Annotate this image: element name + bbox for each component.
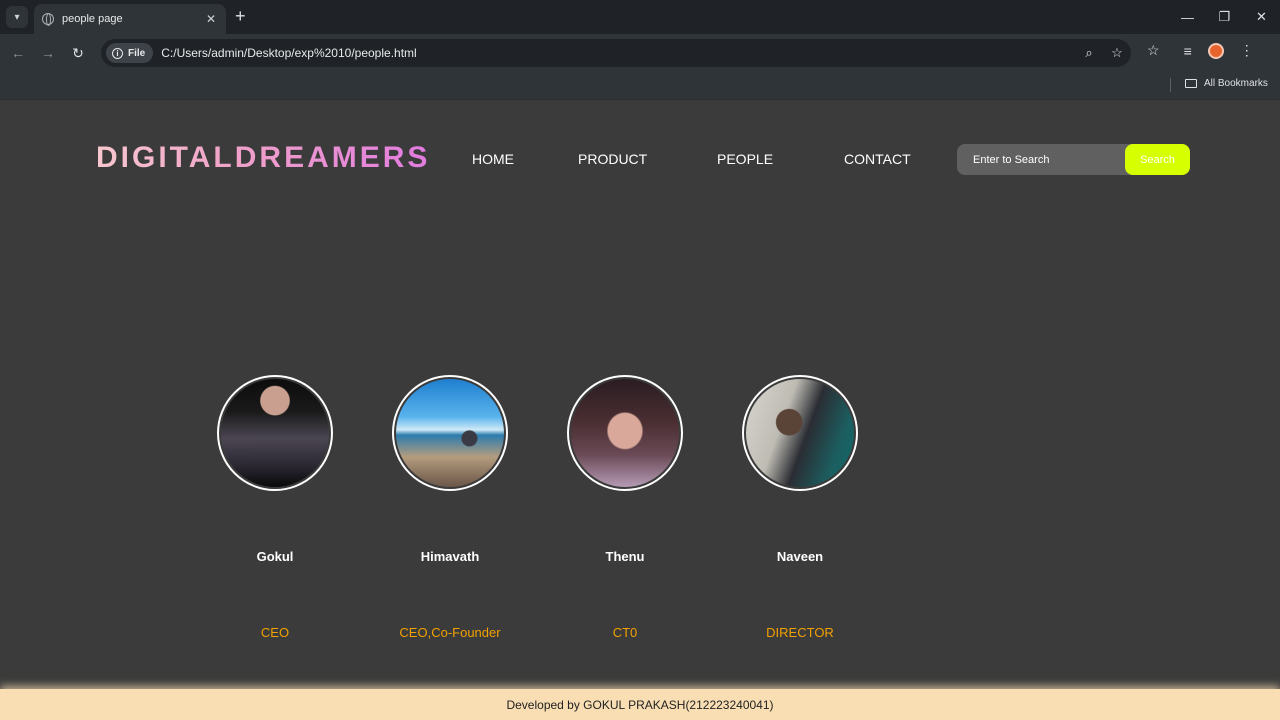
person-name: Gokul bbox=[256, 549, 294, 564]
person-name: Himavath bbox=[420, 549, 480, 564]
profile-avatar[interactable] bbox=[1207, 42, 1224, 59]
tab-title: people page bbox=[62, 13, 123, 25]
new-tab-button[interactable]: + bbox=[235, 7, 246, 25]
person-photo bbox=[217, 375, 333, 491]
web-page: DIGITALDREAMERS HOME PRODUCT PEOPLE CONT… bbox=[0, 101, 1280, 720]
browser-tabstrip: ▾ people page ✕ + — ❐ ✕ bbox=[0, 0, 1280, 34]
nav-home-link[interactable]: HOME bbox=[472, 151, 514, 167]
browser-menu-icon[interactable]: ⋮ bbox=[1240, 42, 1254, 59]
site-info-chip[interactable]: i File bbox=[106, 43, 154, 63]
nav-contact-link[interactable]: CONTACT bbox=[844, 151, 911, 167]
search-bar: Search bbox=[957, 144, 1190, 175]
person-card: Gokul CEO bbox=[185, 375, 365, 640]
forward-button[interactable]: → bbox=[39, 44, 57, 62]
nav-product-link[interactable]: PRODUCT bbox=[578, 151, 647, 167]
tab-close-icon[interactable]: ✕ bbox=[204, 12, 218, 26]
person-photo bbox=[392, 375, 508, 491]
info-icon: i bbox=[112, 47, 123, 59]
close-window-button[interactable]: ✕ bbox=[1243, 0, 1280, 34]
person-card: Thenu CT0 bbox=[535, 375, 715, 640]
bookmarks-manager-icon[interactable]: ☆ bbox=[1147, 42, 1160, 59]
browser-toolbar: ← → ↻ i File C:/Users/admin/Desktop/exp%… bbox=[0, 34, 1280, 72]
url-text[interactable]: C:/Users/admin/Desktop/exp%2010/people.h… bbox=[161, 46, 1075, 60]
folder-icon bbox=[1185, 79, 1197, 88]
person-card: Himavath CEO,Co-Founder bbox=[360, 375, 540, 640]
person-role: CEO,Co-Founder bbox=[399, 625, 501, 640]
bookmarks-divider bbox=[1170, 78, 1171, 92]
person-photo bbox=[567, 375, 683, 491]
browser-tab[interactable]: people page ✕ bbox=[34, 4, 226, 34]
person-role: CT0 bbox=[612, 625, 638, 640]
all-bookmarks-button[interactable]: All Bookmarks bbox=[1185, 78, 1268, 89]
reload-button[interactable]: ↻ bbox=[69, 44, 87, 62]
zoom-icon[interactable]: ⌕ bbox=[1075, 45, 1103, 61]
tab-search-button[interactable]: ▾ bbox=[6, 6, 28, 28]
person-role: DIRECTOR bbox=[766, 625, 834, 640]
person-role: CEO bbox=[260, 625, 290, 640]
search-input[interactable] bbox=[957, 144, 1125, 175]
person-photo bbox=[742, 375, 858, 491]
back-button[interactable]: ← bbox=[9, 44, 27, 62]
person-name: Thenu bbox=[605, 549, 645, 564]
nav-people-link[interactable]: PEOPLE bbox=[717, 151, 773, 167]
page-footer: Developed by GOKUL PRAKASH(212223240041) bbox=[0, 689, 1280, 720]
person-card: Naveen DIRECTOR bbox=[710, 375, 890, 640]
site-info-label: File bbox=[128, 47, 146, 59]
address-bar[interactable]: i File C:/Users/admin/Desktop/exp%2010/p… bbox=[101, 39, 1131, 67]
globe-icon bbox=[42, 13, 54, 26]
all-bookmarks-label: All Bookmarks bbox=[1204, 78, 1268, 89]
minimize-button[interactable]: — bbox=[1169, 0, 1206, 34]
restore-button[interactable]: ❐ bbox=[1206, 0, 1243, 34]
person-name: Naveen bbox=[776, 549, 824, 564]
window-controls: — ❐ ✕ bbox=[1169, 0, 1280, 34]
bookmarks-bar: All Bookmarks bbox=[0, 72, 1280, 100]
search-button[interactable]: Search bbox=[1125, 144, 1190, 175]
site-logo: DIGITALDREAMERS bbox=[96, 141, 431, 174]
extensions-area: ☆ ≡ ⋮ bbox=[1147, 42, 1254, 59]
footer-text: Developed by GOKUL PRAKASH(212223240041) bbox=[506, 697, 774, 712]
bookmark-star-icon[interactable]: ☆ bbox=[1103, 45, 1131, 61]
media-control-icon[interactable]: ≡ bbox=[1184, 43, 1192, 59]
